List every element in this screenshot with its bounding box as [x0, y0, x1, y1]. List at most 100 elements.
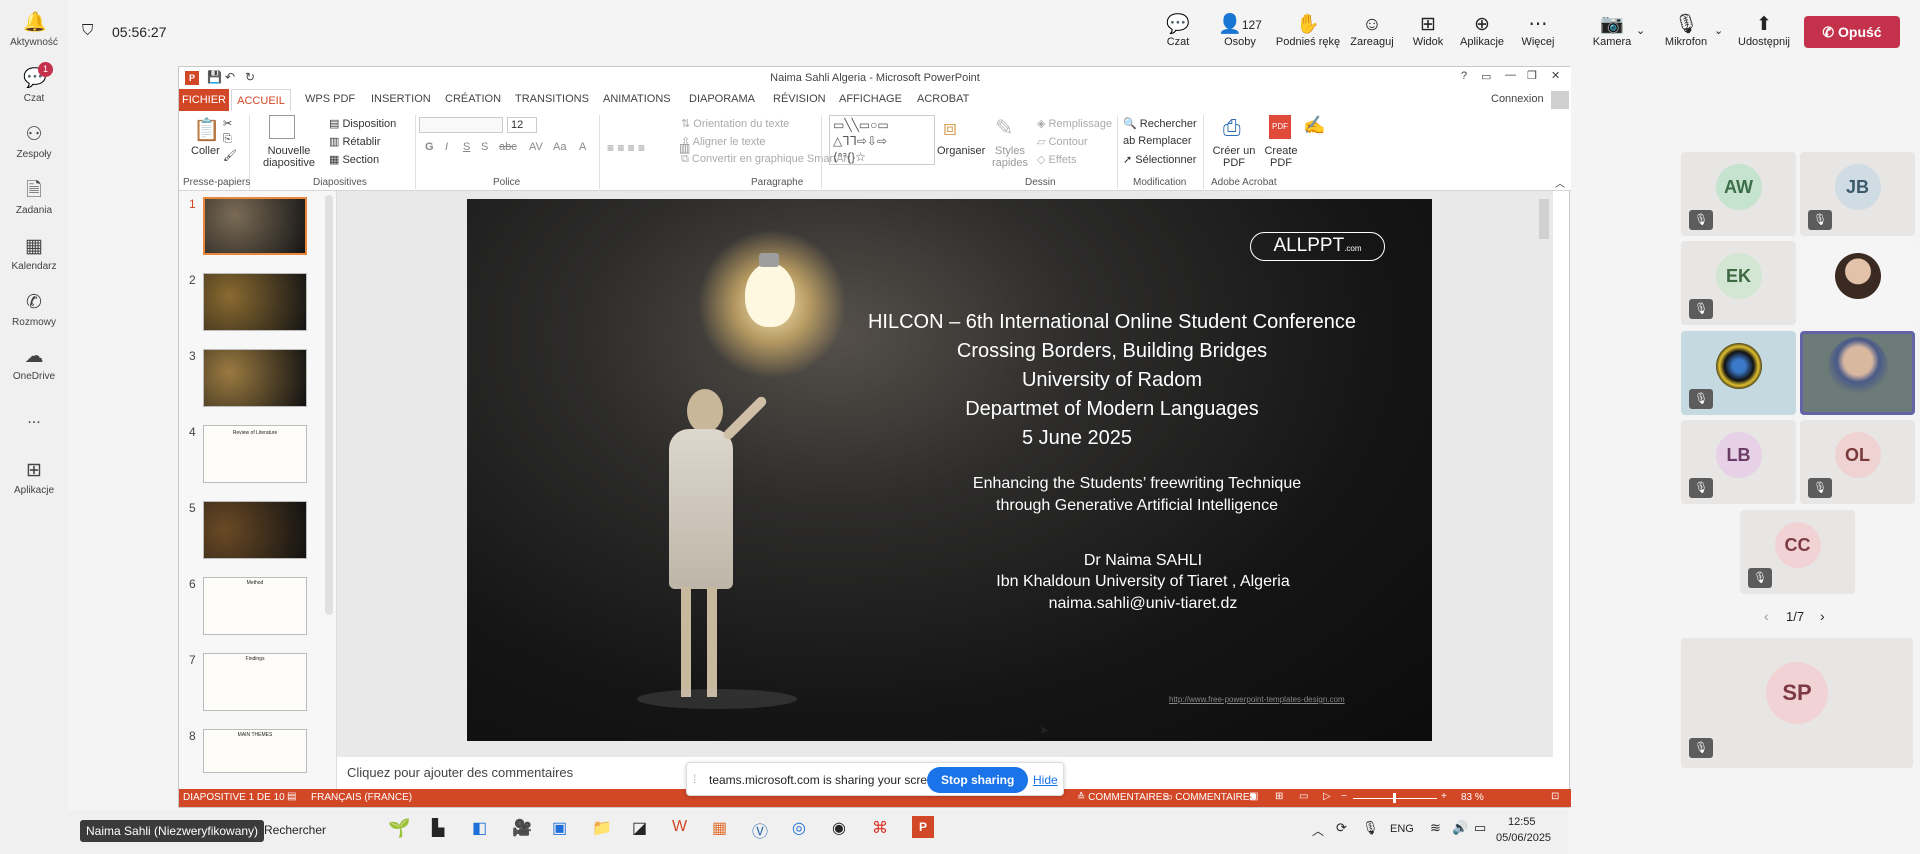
participant-tile[interactable]: JB 🎙: [1800, 152, 1915, 236]
sign-pdf-icon[interactable]: ✍: [1303, 115, 1325, 136]
slide-thumbnail[interactable]: Method: [203, 577, 307, 635]
slide-sorter-icon[interactable]: ⊞: [1275, 791, 1283, 802]
taskbar-app-icon[interactable]: 🎥: [512, 818, 532, 838]
mic-icon[interactable]: 🎙: [1362, 820, 1379, 836]
wifi-icon[interactable]: ≋: [1430, 820, 1441, 836]
restore-icon[interactable]: ❐: [1527, 69, 1537, 82]
taskbar-app-icon[interactable]: W: [672, 818, 687, 836]
participant-tile-active[interactable]: [1800, 331, 1915, 415]
font-size-select[interactable]: 12: [507, 117, 537, 133]
clock-time[interactable]: 12:55: [1508, 816, 1536, 828]
zoom-in-icon[interactable]: +: [1441, 791, 1447, 802]
shape-effects-button[interactable]: ◇ Effets: [1037, 153, 1076, 166]
participant-tile[interactable]: OL 🎙: [1800, 420, 1915, 504]
create-pdf-wps-button[interactable]: Create PDF: [1259, 145, 1303, 169]
paste-icon[interactable]: 📋: [193, 117, 220, 143]
stop-sharing-button[interactable]: Stop sharing: [927, 767, 1029, 793]
font-family-select[interactable]: [419, 117, 503, 133]
language-indicator[interactable]: FRANÇAIS (FRANCE): [311, 792, 412, 803]
tab-revision[interactable]: RÉVISION: [773, 93, 826, 105]
create-pdf-button[interactable]: Créer un PDF: [1209, 145, 1259, 169]
taskbar-app-icon[interactable]: Ⓥ: [752, 818, 768, 842]
shapes-gallery[interactable]: ▭╲╲▭○▭ △ᒣᒣ⇨⇩⇨ ⟨ᐢᐣ{}☆: [829, 115, 935, 165]
thumbnails-scrollbar[interactable]: [325, 195, 333, 615]
leave-button[interactable]: ✆ Opuść: [1804, 16, 1900, 48]
tab-creation[interactable]: CRÉATION: [445, 93, 501, 105]
view-button[interactable]: ⊞ Widok: [1402, 14, 1454, 48]
rail-tasks[interactable]: 🗎 Zadania: [0, 180, 68, 216]
underline-button[interactable]: S: [463, 141, 470, 153]
user-avatar-icon[interactable]: [1551, 91, 1569, 109]
cut-icon[interactable]: ✂: [223, 117, 232, 130]
battery-icon[interactable]: ▭: [1474, 820, 1486, 836]
reading-view-icon[interactable]: ▭: [1299, 791, 1308, 802]
section-button[interactable]: ▦ Section: [329, 153, 379, 166]
powerpoint-taskbar-icon[interactable]: P: [912, 816, 934, 838]
arrange-button[interactable]: Organiser: [937, 145, 985, 157]
tab-affichage[interactable]: AFFICHAGE: [839, 93, 902, 105]
tab-accueil[interactable]: ACCUEIL: [231, 89, 291, 111]
new-slide-button[interactable]: Nouvelle diapositive: [259, 145, 319, 169]
taskbar-search[interactable]: Rechercher: [264, 823, 326, 837]
tray-chevron-icon[interactable]: ︿: [1312, 822, 1324, 839]
tab-wps-pdf[interactable]: WPS PDF: [305, 93, 355, 105]
copy-icon[interactable]: ⎘: [223, 133, 232, 146]
tab-fichier[interactable]: FICHIER: [179, 89, 229, 111]
shape-outline-button[interactable]: ▱ Contour: [1037, 135, 1088, 148]
slide-thumbnail[interactable]: Review of Literature: [203, 425, 307, 483]
taskbar-app-icon[interactable]: ▣: [552, 818, 567, 838]
apps-button[interactable]: ⊕ Aplikacje: [1454, 14, 1510, 48]
react-button[interactable]: ☺ Zareaguj: [1344, 14, 1400, 48]
people-button[interactable]: 👤127 Osoby: [1210, 14, 1270, 48]
slide-thumbnail[interactable]: [203, 349, 307, 407]
chevron-down-icon[interactable]: ⌄: [1636, 24, 1645, 37]
bold-button[interactable]: G: [425, 141, 434, 153]
taskbar-app-icon[interactable]: ◧: [472, 818, 487, 838]
reset-button[interactable]: ▥ Rétablir: [329, 135, 380, 148]
sync-icon[interactable]: ⟳: [1336, 820, 1347, 836]
rail-calendar[interactable]: ▦ Kalendarz: [0, 236, 68, 272]
tab-diaporama[interactable]: DIAPORAMA: [689, 93, 755, 105]
align-text-button[interactable]: ⇳ Aligner le texte: [681, 135, 765, 148]
quick-styles-icon[interactable]: ✎: [995, 115, 1013, 141]
share-button[interactable]: ⬆ Udostępnij: [1732, 14, 1796, 48]
clock-date[interactable]: 05/06/2025: [1496, 832, 1551, 844]
smartart-button[interactable]: ⧉ Convertir en graphique SmartArt: [681, 153, 850, 166]
format-painter-icon[interactable]: 🖌: [223, 149, 237, 162]
zoom-out-icon[interactable]: −: [1341, 791, 1347, 802]
drag-handle-icon[interactable]: ⁞: [693, 772, 696, 786]
align-paragraph-icons[interactable]: ≡ ≡ ≡ ≡: [607, 141, 645, 155]
acrobat-icon[interactable]: ⌘: [872, 818, 888, 838]
select-button[interactable]: ➚ Sélectionner: [1123, 153, 1196, 166]
tab-insertion[interactable]: INSERTION: [371, 93, 431, 105]
layout-button[interactable]: ▤ Disposition: [329, 117, 396, 130]
minimize-icon[interactable]: —: [1505, 69, 1516, 81]
chrome-icon[interactable]: ◉: [832, 818, 846, 838]
chat-button[interactable]: 💬 Czat: [1158, 14, 1198, 48]
new-slide-icon[interactable]: [269, 115, 295, 139]
slide-thumbnail[interactable]: Findings: [203, 653, 307, 711]
self-view-tile[interactable]: SP 🎙: [1681, 638, 1913, 768]
taskbar-app-icon[interactable]: 📁: [592, 818, 612, 838]
participant-tile[interactable]: EK 🎙: [1681, 241, 1796, 325]
slide-thumbnail[interactable]: MAIN THEMES: [203, 729, 307, 773]
find-button[interactable]: 🔍 Rechercher: [1123, 117, 1197, 130]
participant-tile[interactable]: 🎙: [1681, 331, 1796, 415]
slide-thumbnail[interactable]: [203, 501, 307, 559]
participant-tile[interactable]: [1800, 241, 1915, 325]
tab-animations[interactable]: ANIMATIONS: [603, 93, 671, 105]
close-icon[interactable]: ✕: [1551, 69, 1560, 82]
arrange-icon[interactable]: ⧈: [943, 115, 957, 141]
shadow-button[interactable]: S: [481, 141, 488, 153]
hide-button[interactable]: Hide: [1033, 773, 1058, 787]
fit-slide-icon[interactable]: ⊡: [1551, 791, 1559, 802]
taskbar-app-icon[interactable]: ▦: [712, 818, 727, 838]
slideshow-icon[interactable]: ▷: [1323, 791, 1331, 802]
notes-toggle-button[interactable]: ≙ COMMENTAIRES: [1077, 792, 1169, 803]
quick-styles-button[interactable]: Styles rapides: [989, 145, 1031, 169]
paste-button[interactable]: Coller: [191, 145, 220, 157]
italic-button[interactable]: I: [445, 141, 448, 153]
taskbar-app-icon[interactable]: 🌱: [388, 818, 410, 839]
shape-fill-button[interactable]: ◈ Remplissage: [1037, 117, 1112, 130]
sign-in-link[interactable]: Connexion: [1491, 93, 1544, 105]
